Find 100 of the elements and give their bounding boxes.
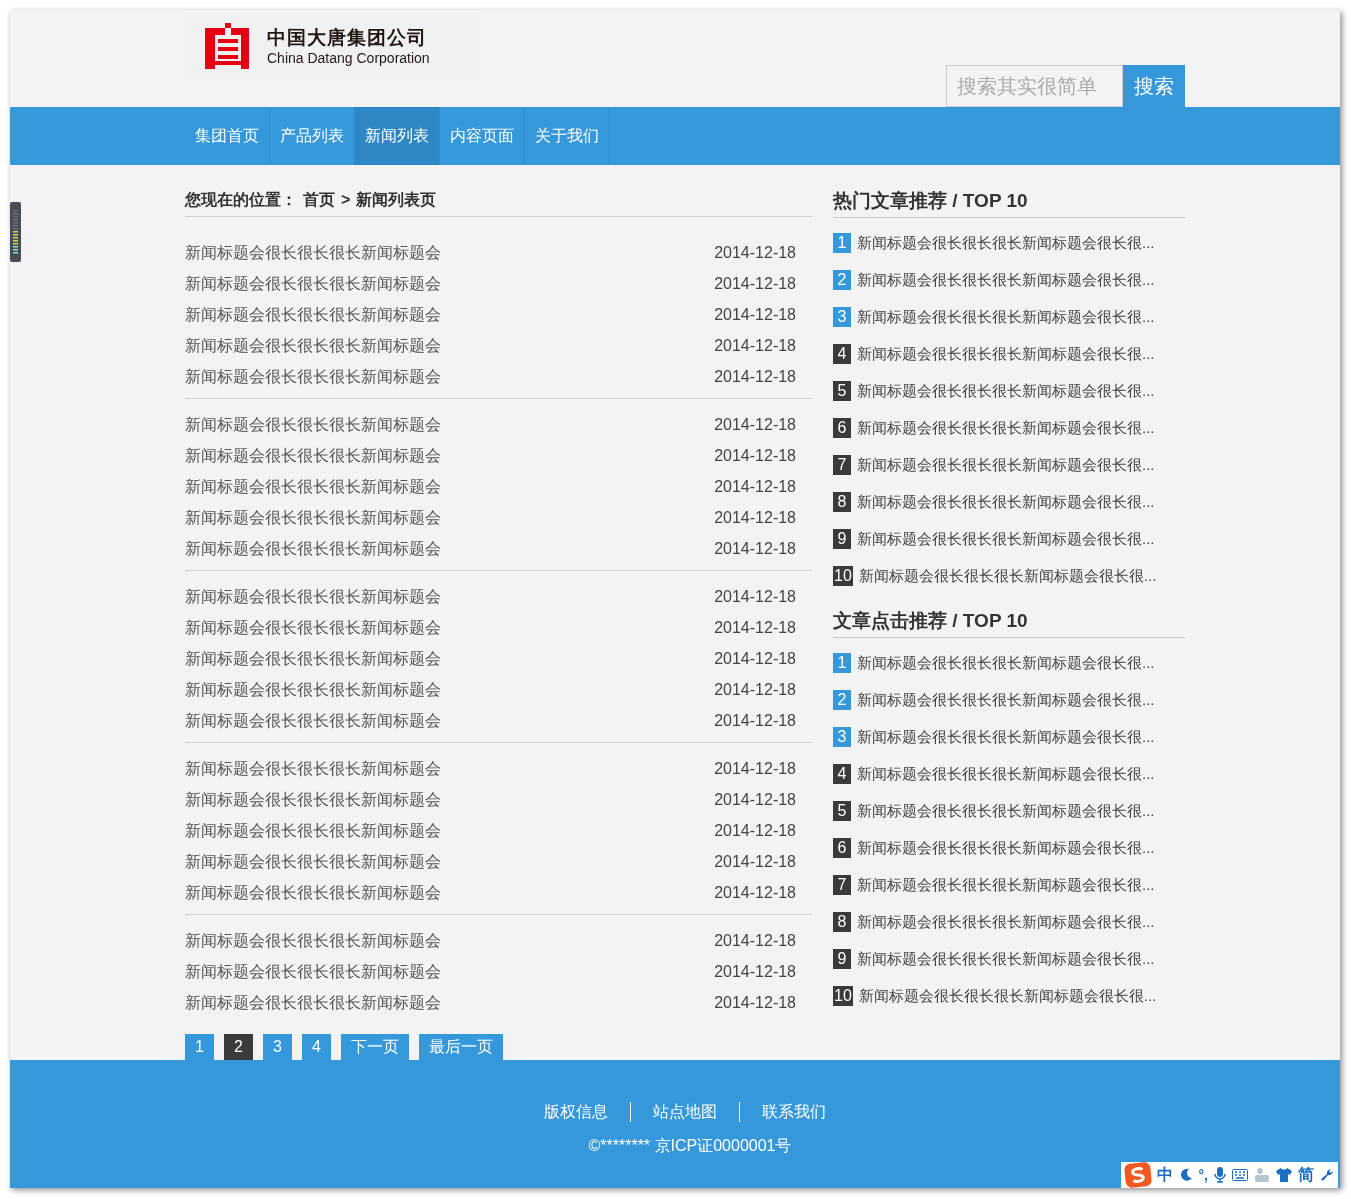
news-link[interactable]: 新闻标题会很长很长很长新闻标题会 bbox=[185, 475, 441, 500]
logo-subtitle: China Datang Corporation bbox=[267, 50, 430, 65]
news-link[interactable]: 新闻标题会很长很长很长新闻标题会 bbox=[185, 709, 441, 734]
breadcrumb-label: 您现在的位置： bbox=[185, 190, 297, 211]
rank-badge: 2 bbox=[833, 689, 851, 710]
article-link[interactable]: 新闻标题会很长很长很长新闻标题会很长很... bbox=[858, 985, 1157, 1006]
news-date: 2014-12-18 bbox=[714, 759, 796, 780]
copyright-text: ©******** 京ICP证0000001号 bbox=[588, 1135, 792, 1156]
news-link[interactable]: 新闻标题会很长很长很长新闻标题会 bbox=[185, 881, 441, 906]
news-link[interactable]: 新闻标题会很长很长很长新闻标题会 bbox=[185, 960, 441, 985]
news-date: 2014-12-18 bbox=[714, 993, 796, 1014]
news-link[interactable]: 新闻标题会很长很长很长新闻标题会 bbox=[185, 929, 441, 954]
article-link[interactable]: 新闻标题会很长很长很长新闻标题会很长很... bbox=[857, 380, 1155, 401]
article-link[interactable]: 新闻标题会很长很长很长新闻标题会很长很... bbox=[857, 454, 1155, 475]
article-link[interactable]: 新闻标题会很长很长很长新闻标题会很长很... bbox=[857, 874, 1155, 895]
page-button[interactable]: 2 bbox=[224, 1033, 253, 1060]
rank-badge: 6 bbox=[833, 417, 851, 438]
rank-badge: 1 bbox=[833, 232, 851, 253]
article-link[interactable]: 新闻标题会很长很长很长新闻标题会很长很... bbox=[857, 528, 1155, 549]
article-link[interactable]: 新闻标题会很长很长很长新闻标题会很长很... bbox=[857, 306, 1155, 327]
news-link[interactable]: 新闻标题会很长很长很长新闻标题会 bbox=[185, 303, 441, 328]
wrench-icon[interactable] bbox=[1320, 1168, 1334, 1182]
article-link[interactable]: 新闻标题会很长很长很长新闻标题会很长很... bbox=[857, 800, 1155, 821]
article-link[interactable]: 新闻标题会很长很长很长新闻标题会很长很... bbox=[857, 417, 1155, 438]
rank-badge: 4 bbox=[833, 343, 851, 364]
news-date: 2014-12-18 bbox=[714, 711, 796, 732]
news-link[interactable]: 新闻标题会很长很长很长新闻标题会 bbox=[185, 537, 441, 562]
shirt-icon[interactable] bbox=[1276, 1168, 1292, 1182]
news-date: 2014-12-18 bbox=[714, 274, 796, 295]
news-link[interactable]: 新闻标题会很长很长很长新闻标题会 bbox=[185, 757, 441, 782]
news-date: 2014-12-18 bbox=[714, 790, 796, 811]
rank-badge: 8 bbox=[833, 491, 851, 512]
news-link[interactable]: 新闻标题会很长很长很长新闻标题会 bbox=[185, 334, 441, 359]
breadcrumb-separator: > bbox=[341, 190, 351, 211]
article-link[interactable]: 新闻标题会很长很长很长新闻标题会很长很... bbox=[857, 726, 1155, 747]
article-link[interactable]: 新闻标题会很长很长很长新闻标题会很长很... bbox=[857, 911, 1155, 932]
news-link[interactable]: 新闻标题会很长很长很长新闻标题会 bbox=[185, 616, 441, 641]
news-date: 2014-12-18 bbox=[714, 305, 796, 326]
logo-emblem-icon bbox=[205, 23, 251, 69]
news-link[interactable]: 新闻标题会很长很长很长新闻标题会 bbox=[185, 365, 441, 390]
microphone-icon[interactable] bbox=[1214, 1167, 1226, 1183]
ime-script-toggle[interactable]: 简 bbox=[1298, 1163, 1314, 1187]
news-link[interactable]: 新闻标题会很长很长很长新闻标题会 bbox=[185, 647, 441, 672]
breadcrumb-link[interactable]: 新闻列表页 bbox=[356, 188, 437, 213]
article-link[interactable]: 新闻标题会很长很长很长新闻标题会很长很... bbox=[858, 565, 1157, 586]
news-date: 2014-12-18 bbox=[714, 508, 796, 529]
rank-badge: 5 bbox=[833, 800, 851, 821]
article-link[interactable]: 新闻标题会很长很长很长新闻标题会很长很... bbox=[857, 837, 1155, 858]
sidebar-heading: 热门文章推荐 / TOP 10 bbox=[833, 188, 1028, 213]
rank-badge: 7 bbox=[833, 454, 851, 475]
news-link[interactable]: 新闻标题会很长很长很长新闻标题会 bbox=[185, 850, 441, 875]
news-date: 2014-12-18 bbox=[714, 649, 796, 670]
news-link[interactable]: 新闻标题会很长很长很长新闻标题会 bbox=[185, 506, 441, 531]
rank-badge: 10 bbox=[833, 985, 853, 1006]
news-date: 2014-12-18 bbox=[714, 415, 796, 436]
rank-badge: 2 bbox=[833, 269, 851, 290]
rank-badge: 8 bbox=[833, 911, 851, 932]
news-link[interactable]: 新闻标题会很长很长很长新闻标题会 bbox=[185, 272, 441, 297]
article-link[interactable]: 新闻标题会很长很长很长新闻标题会很长很... bbox=[857, 491, 1155, 512]
news-date: 2014-12-18 bbox=[714, 852, 796, 873]
sidebar-heading: 文章点击推荐 / TOP 10 bbox=[833, 608, 1028, 633]
ime-mode-toggle[interactable]: 中 bbox=[1156, 1163, 1173, 1187]
news-link[interactable]: 新闻标题会很长很长很长新闻标题会 bbox=[185, 585, 441, 610]
news-link[interactable]: 新闻标题会很长很长很长新闻标题会 bbox=[185, 991, 441, 1016]
news-link[interactable]: 新闻标题会很长很长很长新闻标题会 bbox=[185, 819, 441, 844]
news-date: 2014-12-18 bbox=[714, 477, 796, 498]
punctuation-toggle[interactable]: °, bbox=[1198, 1164, 1208, 1186]
news-link[interactable]: 新闻标题会很长很长很长新闻标题会 bbox=[185, 413, 441, 438]
news-date: 2014-12-18 bbox=[714, 367, 796, 388]
news-link[interactable]: 新闻标题会很长很长很长新闻标题会 bbox=[185, 241, 441, 266]
news-date: 2014-12-18 bbox=[714, 618, 796, 639]
rank-badge: 1 bbox=[833, 652, 851, 673]
article-link[interactable]: 新闻标题会很长很长很长新闻标题会很长很... bbox=[857, 343, 1155, 364]
moon-icon[interactable] bbox=[1178, 1168, 1193, 1182]
article-link[interactable]: 新闻标题会很长很长很长新闻标题会很长很... bbox=[857, 948, 1155, 969]
keyboard-icon[interactable] bbox=[1232, 1169, 1248, 1181]
rank-badge: 3 bbox=[833, 726, 851, 747]
rank-badge: 5 bbox=[833, 380, 851, 401]
nav-tab[interactable]: 新闻列表 bbox=[355, 106, 439, 165]
news-date: 2014-12-18 bbox=[714, 883, 796, 904]
article-link[interactable]: 新闻标题会很长很长很长新闻标题会很长很... bbox=[857, 689, 1155, 710]
news-date: 2014-12-18 bbox=[714, 931, 796, 952]
rank-badge: 4 bbox=[833, 763, 851, 784]
article-link[interactable]: 新闻标题会很长很长很长新闻标题会很长很... bbox=[857, 269, 1155, 290]
news-link[interactable]: 新闻标题会很长很长很长新闻标题会 bbox=[185, 678, 441, 703]
rank-badge: 9 bbox=[833, 528, 851, 549]
news-link[interactable]: 新闻标题会很长很长很长新闻标题会 bbox=[185, 444, 441, 469]
article-link[interactable]: 新闻标题会很长很长很长新闻标题会很长很... bbox=[857, 652, 1155, 673]
breadcrumb-link[interactable]: 首页 bbox=[303, 188, 335, 213]
news-date: 2014-12-18 bbox=[714, 539, 796, 560]
article-link[interactable]: 新闻标题会很长很长很长新闻标题会很长很... bbox=[857, 763, 1155, 784]
article-link[interactable]: 新闻标题会很长很长很长新闻标题会很长很... bbox=[857, 232, 1155, 253]
news-date: 2014-12-18 bbox=[714, 243, 796, 264]
ime-logo-icon[interactable] bbox=[1123, 1161, 1152, 1189]
rank-badge: 6 bbox=[833, 837, 851, 858]
news-link[interactable]: 新闻标题会很长很长很长新闻标题会 bbox=[185, 788, 441, 813]
search-field[interactable]: 搜索其实很简单 bbox=[946, 64, 1123, 107]
news-date: 2014-12-18 bbox=[714, 446, 796, 467]
logo-title: 中国大唐集团公司 bbox=[267, 27, 428, 47]
rank-badge: 3 bbox=[833, 306, 851, 327]
